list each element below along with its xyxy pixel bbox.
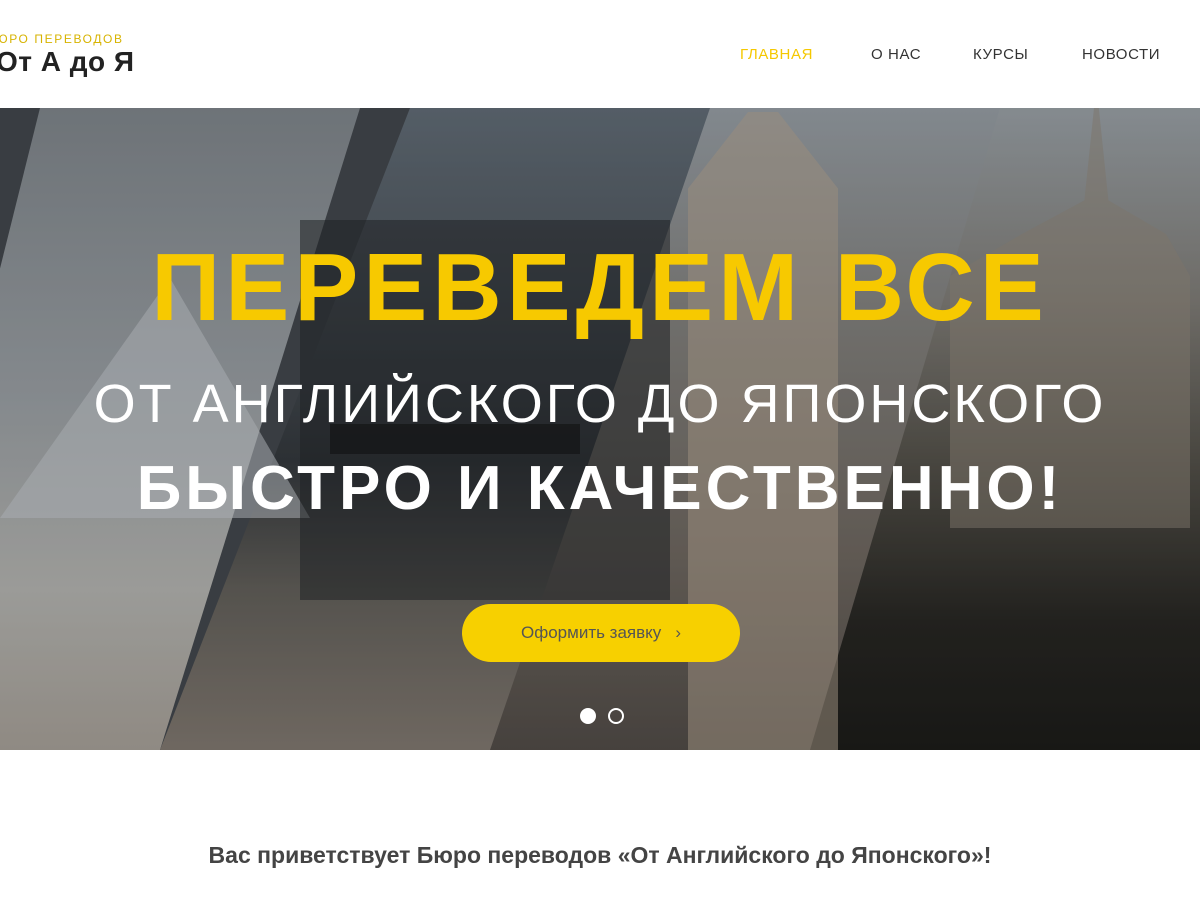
slider-dot-2[interactable] xyxy=(608,708,624,724)
slider-dots xyxy=(578,708,630,726)
nav-item-news[interactable]: НОВОСТИ xyxy=(1082,46,1160,63)
nav-item-courses[interactable]: КУРСЫ xyxy=(973,46,1028,63)
logo-tagline: БЮРО ПЕРЕВОДОВ xyxy=(0,32,124,46)
logo[interactable]: БЮРО ПЕРЕВОДОВ От А до Я xyxy=(0,28,140,88)
slider-dot-1[interactable] xyxy=(580,708,596,724)
hero-subtitle-quality: БЫСТРО И КАЧЕСТВЕННО! xyxy=(136,454,1064,523)
hero-title: ПЕРЕВЕДЕМ ВСЕ xyxy=(151,234,1049,341)
order-request-label: Оформить заявку xyxy=(521,623,662,642)
welcome-heading: Вас приветствует Бюро переводов «От Англ… xyxy=(208,842,992,868)
nav-item-about[interactable]: О НАС xyxy=(871,46,921,63)
nav-item-main[interactable]: ГЛАВНАЯ xyxy=(740,46,813,63)
logo-name: От А до Я xyxy=(0,46,135,77)
order-request-button[interactable]: Оформить заявку › xyxy=(462,604,740,662)
hero-slider: ПЕРЕВЕДЕМ ВСЕ ОТ АНГЛИЙСКОГО ДО ЯПОНСКОГ… xyxy=(0,108,1200,750)
site-header: БЮРО ПЕРЕВОДОВ От А до Я ГЛАВНАЯ О НАС К… xyxy=(0,0,1200,108)
hero-subtitle-languages: ОТ АНГЛИЙСКОГО ДО ЯПОНСКОГО xyxy=(93,374,1107,434)
chevron-right-icon: › xyxy=(675,623,681,642)
